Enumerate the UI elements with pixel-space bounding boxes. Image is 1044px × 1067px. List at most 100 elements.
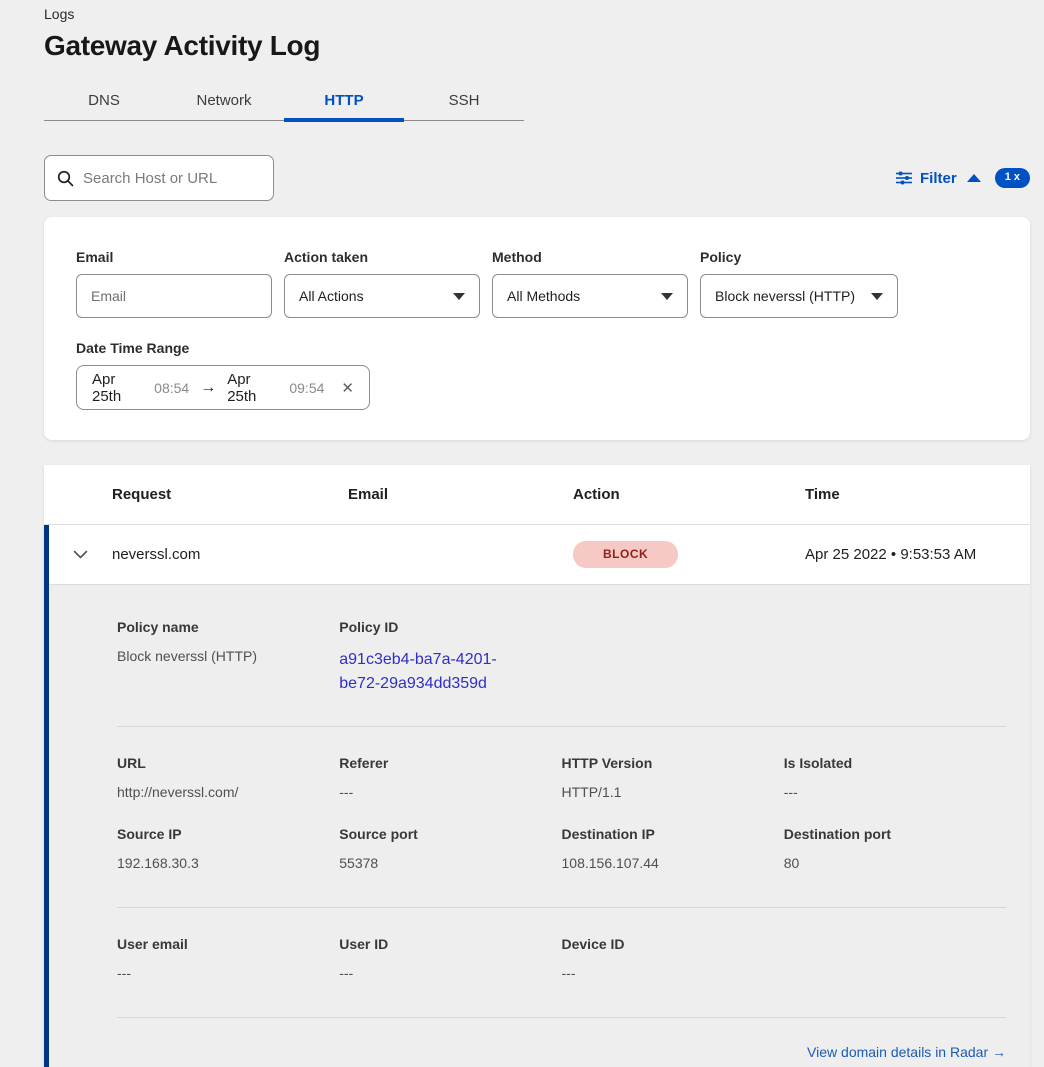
filter-label: Filter [920, 170, 957, 187]
source-port-value: 55378 [339, 855, 561, 871]
user-email-label: User email [117, 936, 339, 952]
page-title: Gateway Activity Log [44, 30, 1030, 62]
caret-up-icon [967, 174, 981, 182]
tab-http[interactable]: HTTP [284, 80, 404, 120]
row-details-panel: Policy name Block neverssl (HTTP) Policy… [49, 585, 1030, 1067]
tab-ssh[interactable]: SSH [404, 80, 524, 120]
column-header-time: Time [805, 486, 1030, 503]
table-row[interactable]: neverssl.com BLOCK Apr 25 2022 • 9:53:53… [49, 525, 1030, 585]
end-time: 09:54 [289, 380, 324, 396]
referer-field: Referer --- [339, 755, 561, 800]
breadcrumb[interactable]: Logs [44, 4, 1030, 22]
url-label: URL [117, 755, 339, 771]
email-filter-label: Email [76, 249, 272, 265]
start-date: Apr 25th [92, 371, 143, 405]
email-filter-input[interactable] [76, 274, 272, 318]
date-time-range-label: Date Time Range [76, 340, 998, 356]
action-taken-value: All Actions [299, 288, 364, 304]
policy-name-field: Policy name Block neverssl (HTTP) [117, 619, 339, 696]
http-details-section: URL http://neverssl.com/ Referer --- HTT… [117, 727, 1006, 907]
policy-value: Block neverssl (HTTP) [715, 288, 855, 304]
tab-bar: DNS Network HTTP SSH [44, 80, 524, 121]
time-cell: Apr 25 2022 • 9:53:53 AM [805, 546, 1030, 563]
device-id-value: --- [562, 965, 784, 981]
column-header-action: Action [573, 486, 805, 503]
policy-select[interactable]: Block neverssl (HTTP) [700, 274, 898, 318]
source-ip-label: Source IP [117, 826, 339, 842]
log-table: Request Email Action Time neverssl.com [44, 465, 1030, 1067]
destination-port-label: Destination port [784, 826, 1006, 842]
radar-link-row: View domain details in Radar → [117, 1018, 1006, 1062]
row-expand-toggle[interactable] [49, 550, 112, 559]
action-taken-field: Action taken All Actions [284, 249, 480, 318]
destination-port-value: 80 [784, 855, 1006, 871]
method-select[interactable]: All Methods [492, 274, 688, 318]
column-header-request: Request [112, 486, 348, 503]
source-ip-value: 192.168.30.3 [117, 855, 339, 871]
filter-button[interactable]: Filter 1 x [896, 168, 1030, 187]
table-header-row: Request Email Action Time [44, 465, 1030, 525]
policy-label: Policy [700, 249, 898, 265]
action-cell: BLOCK [573, 541, 805, 567]
filter-panel: Email Action taken All Actions Method Al… [44, 217, 1030, 440]
user-email-field: User email --- [117, 936, 339, 981]
user-id-value: --- [339, 965, 561, 981]
referer-value: --- [339, 784, 561, 800]
filter-sliders-icon [896, 171, 912, 185]
policy-id-link[interactable]: a91c3eb4-ba7a-4201-be72-29a934dd359d [339, 648, 535, 696]
device-id-field: Device ID --- [562, 936, 784, 981]
is-isolated-label: Is Isolated [784, 755, 1006, 771]
close-icon[interactable]: ✕ [341, 379, 354, 397]
device-id-label: Device ID [562, 936, 784, 952]
policy-id-label: Policy ID [339, 619, 561, 635]
method-field: Method All Methods [492, 249, 688, 318]
search-input[interactable] [83, 170, 261, 187]
gateway-activity-log-page: Logs Gateway Activity Log DNS Network HT… [0, 0, 1044, 1054]
expanded-row-group: neverssl.com BLOCK Apr 25 2022 • 9:53:53… [44, 525, 1030, 1067]
search-box[interactable] [44, 155, 274, 201]
is-isolated-field: Is Isolated --- [784, 755, 1006, 800]
policy-id-field: Policy ID a91c3eb4-ba7a-4201-be72-29a934… [339, 619, 561, 696]
view-in-radar-link[interactable]: View domain details in Radar → [807, 1044, 1006, 1060]
url-field: URL http://neverssl.com/ [117, 755, 339, 800]
dropdown-arrow-icon [871, 293, 883, 300]
policy-field: Policy Block neverssl (HTTP) [700, 249, 898, 318]
policy-name-label: Policy name [117, 619, 339, 635]
http-version-label: HTTP Version [562, 755, 784, 771]
method-label: Method [492, 249, 688, 265]
destination-ip-field: Destination IP 108.156.107.44 [562, 826, 784, 871]
method-value: All Methods [507, 288, 580, 304]
action-taken-select[interactable]: All Actions [284, 274, 480, 318]
user-section: User email --- User ID --- Device ID --- [117, 908, 1006, 1017]
http-version-field: HTTP Version HTTP/1.1 [562, 755, 784, 800]
dropdown-arrow-icon [661, 293, 673, 300]
http-version-value: HTTP/1.1 [562, 784, 784, 800]
dropdown-arrow-icon [453, 293, 465, 300]
action-taken-label: Action taken [284, 249, 480, 265]
date-time-range-field: Date Time Range Apr 25th 08:54 → Apr 25t… [76, 340, 998, 410]
is-isolated-value: --- [784, 784, 1006, 800]
date-range-picker[interactable]: Apr 25th 08:54 → Apr 25th 09:54 ✕ [76, 365, 370, 410]
user-email-value: --- [117, 965, 339, 981]
policy-section: Policy name Block neverssl (HTTP) Policy… [117, 585, 1006, 726]
referer-label: Referer [339, 755, 561, 771]
filter-count-badge[interactable]: 1 x [995, 168, 1030, 187]
chevron-down-icon [73, 550, 88, 559]
column-header-email: Email [348, 486, 573, 503]
policy-name-value: Block neverssl (HTTP) [117, 648, 339, 664]
url-value: http://neverssl.com/ [117, 784, 339, 800]
start-time: 08:54 [154, 380, 189, 396]
user-id-field: User ID --- [339, 936, 561, 981]
source-port-label: Source port [339, 826, 561, 842]
source-port-field: Source port 55378 [339, 826, 561, 871]
destination-port-field: Destination port 80 [784, 826, 1006, 871]
arrow-right-icon: → [200, 379, 216, 397]
toolbar: Filter 1 x [44, 155, 1030, 201]
source-ip-field: Source IP 192.168.30.3 [117, 826, 339, 871]
destination-ip-label: Destination IP [562, 826, 784, 842]
tab-network[interactable]: Network [164, 80, 284, 120]
destination-ip-value: 108.156.107.44 [562, 855, 784, 871]
email-filter-field: Email [76, 249, 272, 318]
tab-dns[interactable]: DNS [44, 80, 164, 120]
request-cell: neverssl.com [112, 546, 348, 563]
